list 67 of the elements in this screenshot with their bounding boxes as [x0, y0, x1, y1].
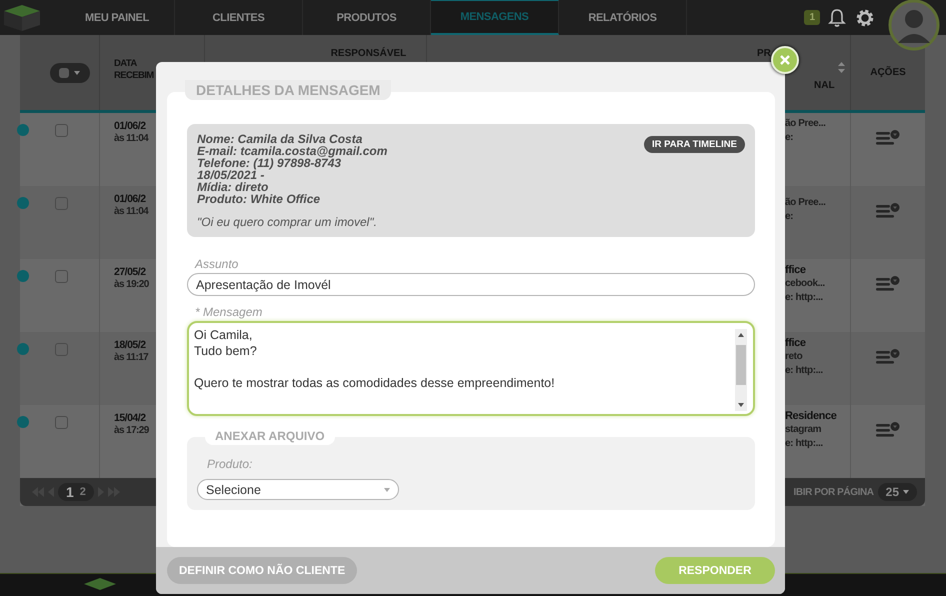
product-text: e: — [785, 210, 794, 224]
product-text: cebook... — [785, 277, 825, 291]
scrollbar[interactable] — [735, 329, 747, 411]
row-checkbox[interactable] — [55, 343, 68, 356]
avatar-icon[interactable] — [888, 0, 940, 50]
contact-detail: Nome: Camila da Silva Costa — [197, 133, 364, 145]
per-page-label: IBIR POR PÁGINA — [794, 486, 874, 498]
time-text: às 19:20 — [114, 279, 149, 290]
timeline-button[interactable]: IR PARA TIMELINE — [644, 136, 745, 153]
contact-detail: Telefone: (11) 97898-8743 — [197, 157, 342, 169]
product-text: e: — [785, 131, 794, 145]
product-text: reto — [785, 350, 802, 364]
dialog-title: DETALHES DA MENSAGEM — [185, 80, 392, 100]
date-text: 18/05/2 — [114, 338, 146, 352]
contact-detail: 18/05/2021 - — [197, 169, 264, 181]
column-header: DATA RECEBIM — [114, 58, 155, 82]
field-label: Produto: — [207, 457, 252, 471]
menu-actions-icon[interactable] — [876, 422, 900, 438]
column-header: PR — [757, 48, 771, 60]
column-header: AÇÕES — [870, 66, 906, 78]
field-label: Assunto — [195, 257, 240, 271]
per-page-select[interactable]: 25 — [878, 483, 917, 501]
page-link[interactable]: 2 — [80, 486, 86, 498]
date-text: 01/06/2 — [114, 119, 146, 133]
menu-actions-icon[interactable] — [876, 349, 900, 365]
product-select[interactable]: Selecione — [197, 479, 399, 500]
row-checkbox[interactable] — [55, 270, 68, 283]
page-link[interactable]: 1 — [66, 484, 74, 500]
product-text: ão Pree... — [785, 196, 826, 210]
menu-actions-icon[interactable] — [876, 276, 900, 292]
caret-icon — [903, 490, 909, 494]
product-text: ffice — [785, 336, 806, 350]
row-checkbox[interactable] — [55, 197, 68, 210]
caret-icon — [384, 488, 390, 492]
product-text: stagram — [785, 423, 822, 437]
contact-detail: E-mail: tcamila.costa@gmail.com — [197, 145, 388, 157]
contact-detail: Mídia: direto — [197, 181, 270, 193]
product-text: e: http:... — [785, 291, 823, 305]
menu-actions-icon[interactable] — [876, 130, 900, 146]
select-all-dropdown[interactable] — [50, 62, 90, 82]
date-text: 15/04/2 — [114, 411, 146, 425]
date-text: 27/05/2 — [114, 265, 146, 279]
menu-actions-icon[interactable] — [876, 203, 900, 219]
row-checkbox[interactable] — [55, 416, 68, 429]
product-text: e: http:... — [785, 437, 823, 451]
bell-icon[interactable] — [828, 8, 846, 28]
time-text: às 11:04 — [114, 133, 148, 144]
notification-count: 1 — [804, 10, 820, 25]
product-text: Residence — [785, 409, 836, 423]
row-checkbox[interactable] — [55, 124, 68, 137]
time-text: às 17:29 — [114, 425, 149, 436]
close-icon — [780, 55, 790, 65]
time-text: às 11:04 — [114, 206, 148, 217]
date-text: 01/06/2 — [114, 192, 146, 206]
contact-quote: "Oi eu quero comprar um imovel". — [197, 215, 378, 229]
product-text: e: http:... — [785, 364, 823, 378]
product-text: ão Pree... — [785, 117, 826, 131]
caret-icon — [74, 70, 80, 74]
message-field[interactable]: Oi Camila, Tudo bem? Quero te mostrar todas as comodidades desse empreendimento! — [187, 321, 755, 416]
sort-icon[interactable] — [838, 62, 845, 73]
product-text: ffice — [785, 263, 806, 277]
column-header: NAL — [814, 80, 835, 92]
column-header: RESPONSÁVEL — [330, 48, 406, 60]
contact-detail: Produto: White Office — [197, 193, 322, 205]
field-label: * Mensagem — [195, 305, 264, 319]
time-text: às 11:17 — [114, 352, 148, 363]
subject-field[interactable]: Apresentação de Imovél — [187, 273, 755, 296]
